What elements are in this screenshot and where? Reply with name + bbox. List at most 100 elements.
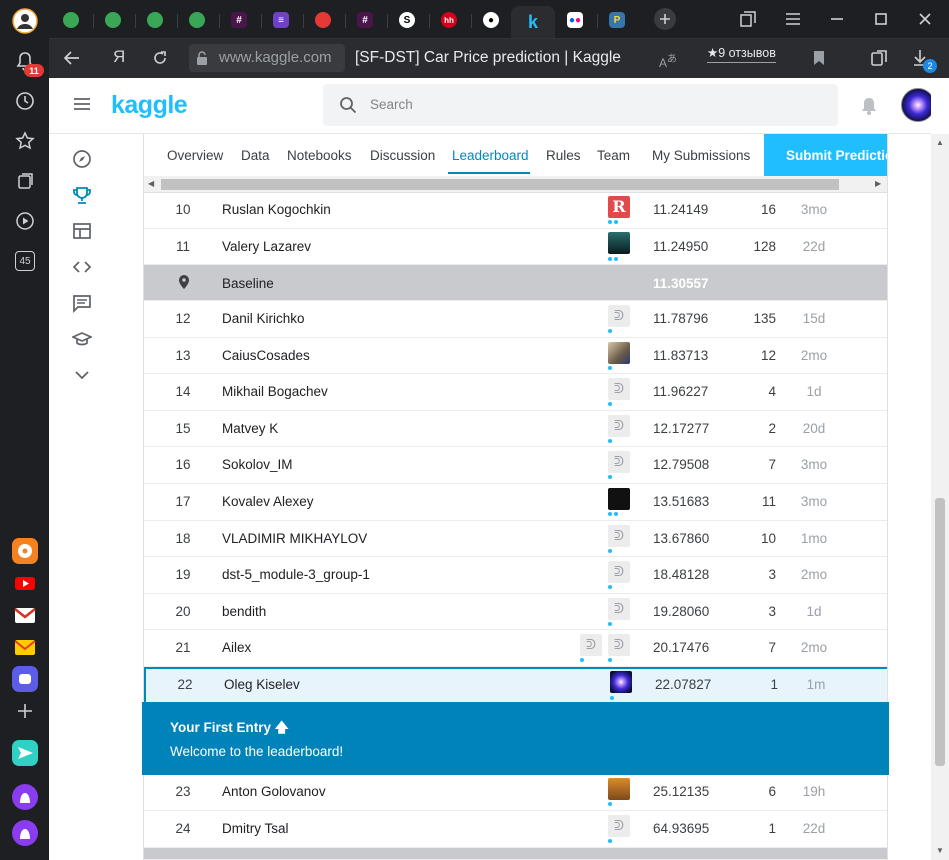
send-app-icon[interactable]	[12, 740, 38, 766]
profile-avatar-icon[interactable]	[12, 8, 38, 34]
tab-slack-2[interactable]: #	[345, 6, 385, 34]
tab-slack[interactable]: #	[219, 6, 259, 34]
tab-list[interactable]: ≡	[261, 6, 301, 34]
team-avatar[interactable]	[608, 488, 630, 510]
youtube-app-icon[interactable]	[12, 570, 38, 596]
horizontal-scroll-thumb[interactable]	[161, 179, 839, 190]
tab-2[interactable]	[93, 6, 133, 34]
scroll-left-arrow-icon[interactable]: ◀	[148, 179, 154, 188]
video-play-icon[interactable]	[12, 208, 38, 234]
extensions-icon[interactable]	[869, 48, 889, 73]
table-icon[interactable]	[71, 220, 93, 242]
tab-discussion[interactable]: Discussion	[370, 148, 435, 163]
table-row[interactable]: 11 Valery Lazarev 11.24950 128 22d	[144, 229, 887, 265]
bookmark-icon[interactable]	[813, 50, 825, 71]
team-name[interactable]: Matvey K	[222, 421, 278, 436]
close-icon[interactable]	[917, 10, 933, 33]
table-row[interactable]: 19 dst-5_module-3_group-1 ᕲ 18.48128 3 2…	[144, 557, 887, 594]
url-field[interactable]: www.kaggle.com	[189, 44, 345, 72]
collections-icon[interactable]	[12, 168, 38, 194]
kaggle-logo[interactable]: kaggle	[111, 91, 188, 120]
yandex-mail-app-icon[interactable]	[12, 634, 38, 660]
team-name[interactable]: bendith	[222, 604, 266, 619]
team-name[interactable]: Danil Kirichko	[222, 311, 305, 326]
team-name[interactable]: Dmitry Tsal	[222, 821, 289, 836]
current-user-row[interactable]: 22 Oleg Kiselev 22.07827 1 1m	[144, 667, 887, 704]
tab-github[interactable]: ●	[471, 6, 511, 34]
team-name[interactable]: Sokolov_IM	[222, 457, 293, 472]
team-name[interactable]: dst-5_module-3_group-1	[222, 567, 370, 582]
team-name[interactable]: Anton Golovanov	[222, 784, 326, 799]
team-avatar[interactable]: ᕲ	[608, 415, 630, 437]
team-name[interactable]: Valery Lazarev	[222, 239, 311, 254]
tab-my-submissions[interactable]: My Submissions	[652, 148, 750, 163]
team-avatar[interactable]: ᕲ	[608, 451, 630, 473]
tabs-count-icon[interactable]: 45	[12, 248, 38, 274]
hamburger-icon[interactable]	[73, 96, 91, 117]
team-avatar[interactable]: ᕲ	[608, 815, 630, 837]
user-avatar[interactable]	[901, 88, 931, 122]
team-name[interactable]: Oleg Kiselev	[224, 677, 300, 692]
team-avatar[interactable]: ᕲ	[608, 634, 630, 656]
team-name[interactable]: Ailex	[222, 640, 251, 655]
horizontal-scrollbar[interactable]: ◀ ▶	[144, 176, 887, 193]
add-app-icon[interactable]	[12, 698, 38, 724]
code-icon[interactable]	[71, 256, 93, 278]
tabs-overview-icon[interactable]	[739, 10, 757, 33]
alice-assistant-icon[interactable]	[12, 820, 38, 846]
vertical-scroll-thumb[interactable]	[935, 498, 945, 766]
submit-prediction-button[interactable]: Submit Prediction	[764, 134, 887, 176]
table-row[interactable]: 20 bendith ᕲ 19.28060 3 1d	[144, 594, 887, 630]
table-row[interactable]: 23 Anton Golovanov 25.12135 6 19h	[144, 775, 887, 811]
team-name[interactable]: Ruslan Kogochkin	[222, 202, 331, 217]
translate-icon[interactable]: Aあ	[659, 50, 677, 70]
tab-pokeball[interactable]	[303, 6, 343, 34]
team-avatar[interactable]: ᕲ	[608, 378, 630, 400]
tab-leaderboard[interactable]: Leaderboard	[452, 148, 529, 163]
tab-kaggle[interactable]: k	[511, 6, 555, 38]
team-avatar[interactable]: ᕲ	[608, 561, 630, 583]
history-clock-icon[interactable]	[12, 88, 38, 114]
team-name[interactable]: CaiusCosades	[222, 348, 310, 363]
gmail-app-icon[interactable]	[12, 602, 38, 628]
menu-icon[interactable]	[785, 10, 801, 33]
tab-hh[interactable]: hh	[429, 6, 469, 34]
tab-notebooks[interactable]: Notebooks	[287, 148, 352, 163]
expand-chevron-icon[interactable]	[71, 364, 93, 386]
team-name[interactable]: Mikhail Bogachev	[222, 384, 328, 399]
tab-data[interactable]: Data	[241, 148, 270, 163]
tab-3[interactable]	[135, 6, 175, 34]
scroll-right-arrow-icon[interactable]: ▶	[875, 179, 881, 188]
team-name[interactable]: VLADIMIR MIKHAYLOV	[222, 531, 367, 546]
notification-bell-icon[interactable]	[859, 96, 879, 121]
tab-overview[interactable]: Overview	[167, 148, 223, 163]
tab-flickr[interactable]: ● ●	[555, 6, 595, 34]
table-row[interactable]: 24 Dmitry Tsal ᕲ 64.93695 1 22d	[144, 811, 887, 848]
graduation-cap-icon[interactable]	[71, 328, 93, 350]
team-avatar[interactable]: R	[608, 196, 630, 218]
tab-rules[interactable]: Rules	[546, 148, 581, 163]
trophy-icon[interactable]	[71, 184, 93, 206]
tab-skillfactory[interactable]: S	[387, 6, 427, 34]
table-row[interactable]: 18 VLADIMIR MIKHAYLOV ᕲ 13.67860 10 1mo	[144, 521, 887, 557]
team-avatar[interactable]: ᕲ	[608, 305, 630, 327]
new-tab-button[interactable]	[654, 8, 676, 30]
team-avatar[interactable]: ᕲ	[608, 598, 630, 620]
reload-icon[interactable]	[151, 49, 169, 72]
yandex-logo-icon[interactable]: Я	[113, 47, 125, 67]
kinopoisk-app-icon[interactable]	[12, 538, 38, 564]
alice-app-icon[interactable]	[12, 784, 38, 810]
reviews-link[interactable]: ★9 отзывов	[707, 45, 776, 63]
messenger-app-icon[interactable]	[12, 666, 38, 692]
favorites-star-icon[interactable]	[12, 128, 38, 154]
scroll-down-arrow-icon[interactable]: ▼	[936, 846, 944, 855]
minimize-icon[interactable]	[829, 10, 845, 33]
table-row[interactable]: 21 Ailex ᕲ ᕲ 20.17476 7 2mo	[144, 630, 887, 667]
table-row[interactable]: 17 Kovalev Alexey 13.51683 11 3mo	[144, 484, 887, 521]
scroll-up-arrow-icon[interactable]: ▲	[936, 138, 944, 147]
discussion-icon[interactable]	[71, 292, 93, 314]
table-row[interactable]: 15 Matvey K ᕲ 12.17277 2 20d	[144, 411, 887, 447]
tab-4[interactable]	[177, 6, 217, 34]
table-row[interactable]: 16 Sokolov_IM ᕲ 12.79508 7 3mo	[144, 447, 887, 484]
back-arrow-icon[interactable]	[63, 49, 81, 72]
